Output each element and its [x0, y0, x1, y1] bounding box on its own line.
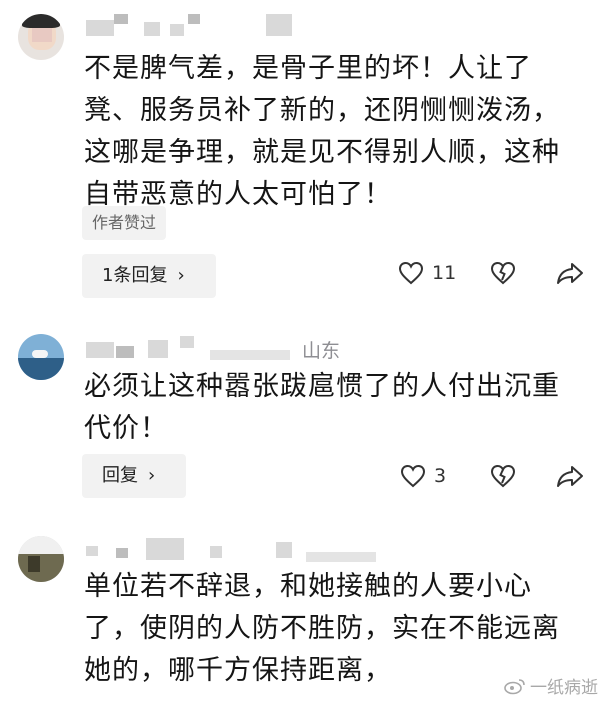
like-count: 11 — [432, 262, 457, 284]
like-button[interactable]: 3 — [400, 464, 446, 488]
username-blurred[interactable] — [86, 336, 306, 360]
comment-text: 不是脾气差，是骨子里的坏！人让了 凳、服务员补了新的，还阴恻恻泼汤， 这哪是争理… — [84, 53, 560, 210]
username-blurred[interactable] — [86, 14, 326, 38]
heart-outline-icon — [398, 261, 424, 285]
avatar[interactable] — [18, 334, 64, 380]
comment-item: 单位若不辞退，和她接触的人要小心 了，使阴的人防不胜防，实在不能远离 她的，哪千… — [0, 520, 602, 702]
heart-outline-icon — [400, 464, 426, 488]
weibo-logo-icon — [504, 678, 525, 694]
reply-label: 回复 — [102, 465, 138, 486]
like-count: 3 — [434, 465, 447, 487]
reply-button[interactable]: 回复 › — [82, 454, 186, 498]
watermark: 一纸病逝 — [504, 673, 598, 698]
comment-item: 不是脾气差，是骨子里的坏！人让了 凳、服务员补了新的，还阴恻恻泼汤， 这哪是争理… — [0, 0, 602, 320]
dislike-button[interactable] — [490, 261, 516, 285]
share-button[interactable] — [556, 464, 584, 488]
chevron-right-icon: › — [177, 265, 185, 286]
comment-item: 山东 必须让这种嚣张跋扈惯了的人付出沉重 代价！ 回复 › 3 — [0, 320, 602, 520]
broken-heart-icon — [490, 464, 516, 488]
avatar[interactable] — [18, 536, 64, 582]
location-label: 山东 — [302, 340, 341, 362]
author-liked-badge: 作者赞过 — [82, 206, 167, 240]
reply-label: 1条回复 — [102, 265, 168, 286]
watermark-text: 一纸病逝 — [530, 678, 598, 698]
share-arrow-icon — [557, 263, 583, 284]
like-button[interactable]: 11 — [398, 261, 456, 285]
view-replies-button[interactable]: 1条回复 › — [82, 254, 216, 298]
share-button[interactable] — [556, 261, 584, 285]
chevron-right-icon: › — [148, 465, 156, 486]
dislike-button[interactable] — [490, 464, 516, 488]
share-arrow-icon — [557, 466, 583, 487]
username-blurred[interactable] — [86, 538, 376, 562]
comment-text: 必须让这种嚣张跋扈惯了的人付出沉重 代价！ — [84, 371, 560, 444]
avatar[interactable] — [18, 14, 64, 60]
broken-heart-icon — [490, 261, 516, 285]
